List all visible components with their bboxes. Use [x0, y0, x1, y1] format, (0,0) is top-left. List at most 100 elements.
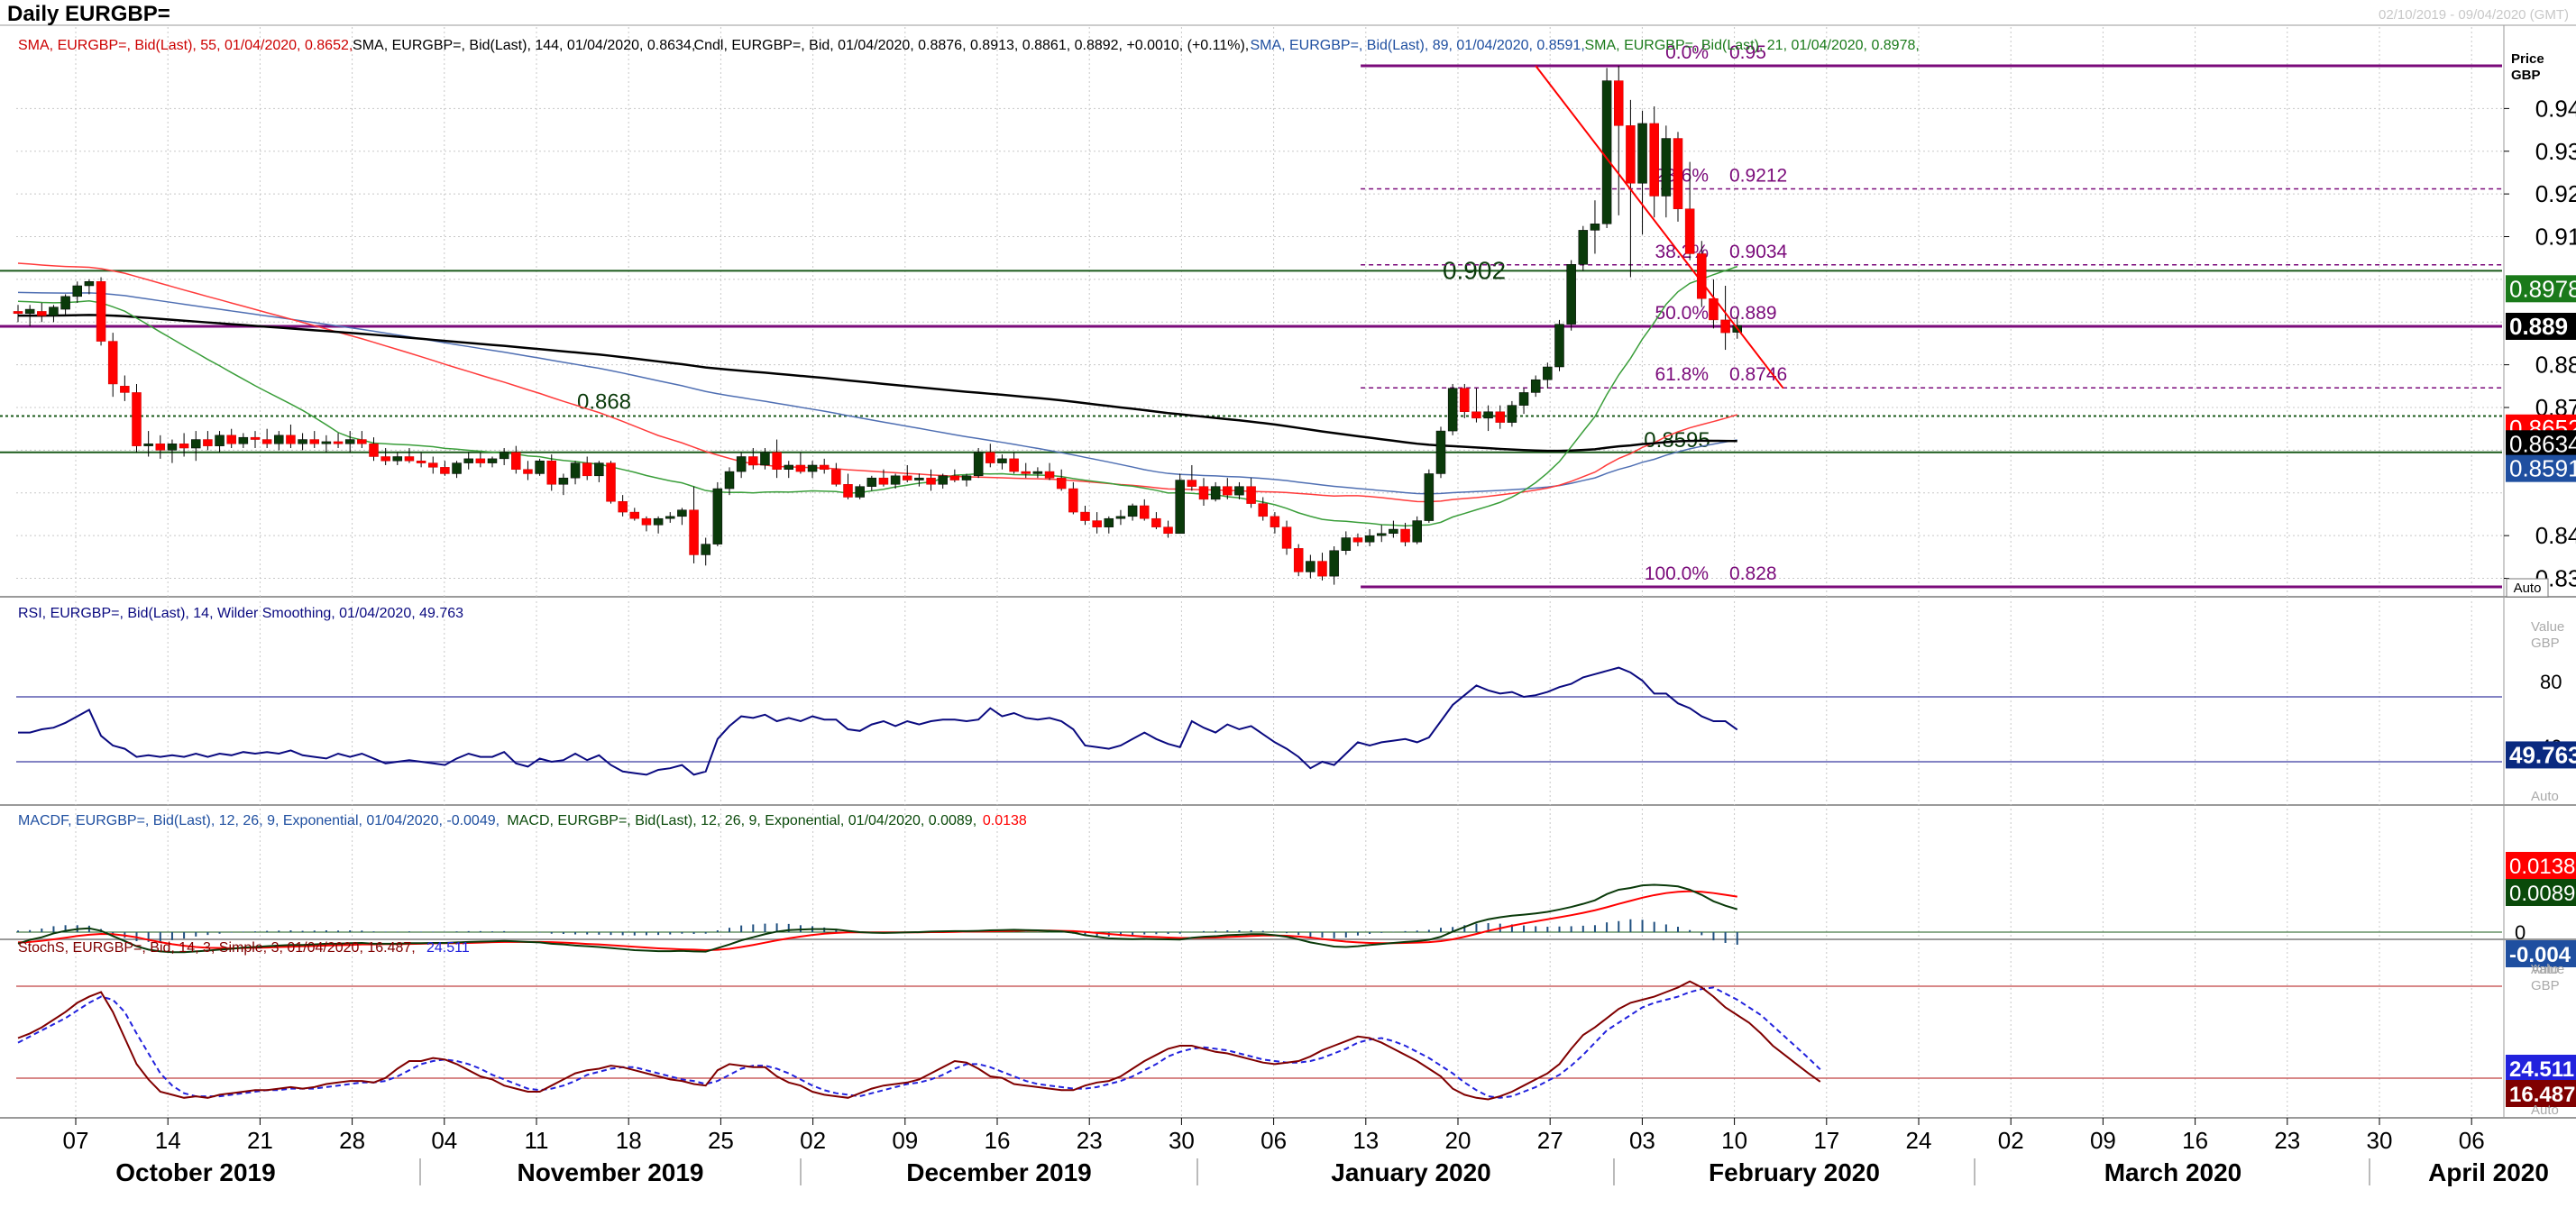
- rsi-axis-unit: GBP: [2531, 636, 2560, 651]
- macd-legend-entry: MACDF, EURGBP=, Bid(Last), 12, 26, 9, Ex…: [18, 813, 500, 828]
- candle-body: [677, 509, 687, 517]
- x-tick-label: 04: [431, 1127, 457, 1154]
- candle-body: [1080, 511, 1090, 521]
- candle-body: [250, 436, 261, 440]
- fib-label-value: 0.828: [1729, 563, 1777, 584]
- candle-body: [440, 467, 450, 474]
- candle-body: [1234, 486, 1244, 496]
- candle-body: [1566, 264, 1576, 325]
- candle-body: [712, 488, 723, 544]
- month-label: October 2019: [115, 1158, 275, 1186]
- candle-body: [1590, 224, 1600, 231]
- candle-body: [606, 462, 616, 502]
- x-tick-label: 21: [247, 1127, 273, 1154]
- candle-body: [855, 486, 865, 498]
- x-tick-label: 17: [1813, 1127, 1839, 1154]
- x-tick-label: 13: [1352, 1127, 1379, 1154]
- x-tick-label: 24: [1906, 1127, 1932, 1154]
- stoch-badge-text: 24.511: [2509, 1057, 2574, 1082]
- candle-body: [1068, 488, 1078, 513]
- rsi-legend: RSI, EURGBP=, Bid(Last), 14, Wilder Smoo…: [18, 606, 463, 621]
- candle-body: [428, 462, 438, 468]
- month-label: February 2020: [1709, 1158, 1880, 1186]
- legend-entry: SMA, EURGBP=, Bid(Last), 21, 01/04/2020,…: [1585, 38, 1920, 53]
- candle-body: [1175, 480, 1185, 535]
- candle-body: [215, 435, 225, 446]
- candle-body: [1187, 480, 1197, 487]
- candle-body: [1530, 379, 1541, 393]
- x-tick-label: 11: [525, 1127, 549, 1154]
- candle-body: [1435, 430, 1446, 474]
- x-tick-label: 02: [1998, 1127, 2024, 1154]
- x-tick-label: 09: [2090, 1127, 2116, 1154]
- value-badge-text: 0.889: [2509, 313, 2568, 340]
- rsi-auto-label: Auto: [2531, 789, 2559, 804]
- value-badge-text: 0.8591: [2509, 455, 2576, 482]
- candle-body: [274, 435, 284, 444]
- candle-body: [132, 392, 142, 446]
- candle-body: [1281, 526, 1292, 549]
- candle-body: [1400, 528, 1410, 543]
- candle-body: [997, 458, 1007, 463]
- y-tick-label: 0.84: [2535, 522, 2576, 549]
- candle-body: [1626, 125, 1636, 184]
- candle-body: [582, 462, 592, 477]
- fib-label-pct: 100.0%: [1645, 563, 1709, 584]
- candle-body: [452, 462, 462, 474]
- candle-body: [736, 456, 747, 472]
- candle-body: [949, 475, 960, 480]
- candle-body: [629, 511, 640, 519]
- candle-body: [973, 452, 984, 477]
- y-tick-label: 0.92: [2535, 180, 2576, 207]
- candle-body: [1115, 516, 1126, 519]
- candle-body: [1021, 471, 1031, 474]
- rsi-badge-text: 49.763: [2509, 741, 2576, 768]
- price-legend: SMA, EURGBP=, Bid(Last), 55, 01/04/2020,…: [18, 38, 1920, 53]
- macd-badge-text: 0.0138: [2509, 855, 2575, 879]
- candle-body: [120, 386, 130, 393]
- candle-body: [807, 464, 818, 472]
- candle-body: [1151, 517, 1161, 527]
- value-badge-text: 0.8978: [2509, 275, 2576, 302]
- candle-body: [1661, 138, 1672, 197]
- candle-body: [1495, 411, 1505, 423]
- candle-body: [724, 471, 735, 490]
- axis-title-currency: GBP: [2511, 68, 2541, 83]
- candle-body: [1317, 561, 1327, 577]
- x-tick-label: 28: [339, 1127, 365, 1154]
- hline-label-0868: 0.868: [577, 389, 631, 414]
- candle-body: [926, 477, 936, 485]
- candle-body: [1140, 505, 1150, 519]
- candle-body: [309, 439, 319, 444]
- candle-body: [203, 439, 213, 446]
- y-tick-label: 0.88: [2535, 352, 2576, 379]
- legend-entry: SMA, EURGBP=, Bid(Last), 144, 01/04/2020…: [353, 38, 695, 53]
- candle-body: [1543, 366, 1553, 380]
- candle-body: [238, 436, 249, 444]
- candle-body: [1720, 319, 1730, 334]
- fib-label-value: 0.889: [1729, 303, 1777, 324]
- candle-body: [961, 475, 972, 480]
- candle-body: [1329, 550, 1339, 577]
- x-tick-label: 06: [1260, 1127, 1287, 1154]
- y-tick-label: 0.91: [2535, 224, 2576, 251]
- candle-body: [1637, 123, 1647, 184]
- candle-body: [286, 435, 296, 444]
- candle-body: [1377, 533, 1387, 536]
- auto-scale-label: Auto: [2514, 581, 2542, 596]
- candle-body: [1258, 503, 1268, 517]
- x-tick-label: 06: [2459, 1127, 2485, 1154]
- value-badge-text: 0.8634: [2509, 430, 2576, 457]
- rsi-tick-80: 80: [2540, 671, 2562, 693]
- candle-body: [1044, 471, 1055, 479]
- month-label: December 2019: [906, 1158, 1091, 1186]
- candle-body: [1447, 388, 1458, 432]
- candle-body: [653, 517, 664, 526]
- legend-entry: Cndl, EURGBP=, Bid, 01/04/2020, 0.8876, …: [694, 38, 1250, 53]
- x-tick-label: 30: [2367, 1127, 2393, 1154]
- candle-body: [1127, 505, 1138, 517]
- x-tick-label: 10: [1721, 1127, 1747, 1154]
- x-tick-label: 18: [616, 1127, 642, 1154]
- candle-body: [784, 464, 793, 470]
- x-tick-label: 20: [1445, 1127, 1471, 1154]
